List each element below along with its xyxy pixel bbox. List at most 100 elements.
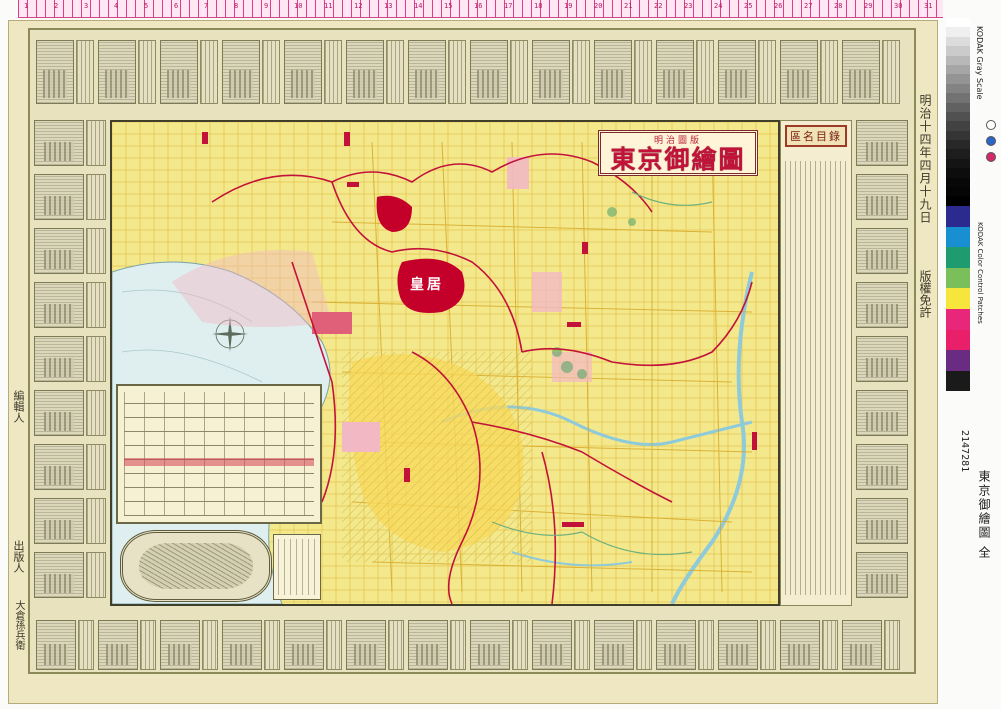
gray-patch (946, 196, 970, 206)
top-vignette-scene (222, 40, 260, 104)
bottom-vignette-scene (532, 620, 572, 670)
gray-patch (946, 27, 970, 37)
caption-text-column (86, 390, 106, 436)
top-vignette-scene (346, 40, 384, 104)
ruler-tick-label: 1 (24, 2, 29, 10)
right-vignette-scene (856, 282, 908, 328)
legend-table (116, 384, 322, 524)
top-vignette-scene (160, 40, 198, 104)
color-patch (946, 226, 970, 248)
right-vignette-scene (856, 120, 908, 166)
caption-text-column (450, 620, 466, 670)
district-index-panel: 區名目錄 (780, 120, 852, 606)
caption-text-column (86, 120, 106, 166)
gray-patch (946, 130, 970, 141)
caption-text-column (696, 40, 714, 104)
ruler-tick-label: 29 (864, 2, 873, 10)
top-vignette-scene (470, 40, 508, 104)
ruler-tick-label: 3 (84, 2, 89, 10)
palace-label: 皇居 (410, 277, 444, 293)
bottom-vignette-scene (780, 620, 820, 670)
caption-text-column (86, 498, 106, 544)
top-vignette-scene (284, 40, 322, 104)
bottom-vignette-scene (594, 620, 634, 670)
caption-text-column (138, 40, 156, 104)
caption-text-column (86, 174, 106, 220)
caption-text-column (326, 620, 342, 670)
top-vignette-scene (98, 40, 136, 104)
inset-landscape-vignette (120, 530, 272, 602)
bottom-vignette-scene (98, 620, 138, 670)
gray-patch (946, 83, 970, 94)
ruler-tick-label: 9 (264, 2, 269, 10)
gray-scale-label: KODAK Gray Scale (975, 26, 984, 100)
right-vignette-scene (856, 498, 908, 544)
ruler-tick-label: 21 (624, 2, 633, 10)
caption-text-column (884, 620, 900, 670)
left-vignette-scene (34, 498, 84, 544)
caption-text-column (574, 620, 590, 670)
bottom-vignette-scene (284, 620, 324, 670)
gray-patch (946, 158, 970, 169)
gray-patch (946, 46, 970, 56)
calibration-dot (986, 120, 996, 130)
gray-patch (946, 55, 970, 65)
catalog-title: 東京御繪圖 全 (977, 470, 993, 560)
caption-text-column (882, 40, 900, 104)
bottom-vignette-scene (160, 620, 200, 670)
ruler-tick-label: 28 (834, 2, 843, 10)
bottom-vignette-scene (222, 620, 262, 670)
left-vignette-scene (34, 120, 84, 166)
bottom-vignette-scene (718, 620, 758, 670)
ruler-tick-label: 8 (234, 2, 239, 10)
ruler-tick-label: 13 (384, 2, 393, 10)
bottom-vignette-scene (470, 620, 510, 670)
caption-text-column (698, 620, 714, 670)
publisher-label: 出版人 (12, 540, 25, 573)
caption-text-column (262, 40, 280, 104)
caption-text-column (86, 552, 106, 598)
color-patch (946, 308, 970, 330)
ruler-tick-label: 12 (354, 2, 363, 10)
caption-text-column (76, 40, 94, 104)
color-patch (946, 350, 970, 371)
caption-text-column (758, 40, 776, 104)
gray-patch (946, 140, 970, 150)
caption-text-column (264, 620, 280, 670)
top-vignette-scene (408, 40, 446, 104)
caption-text-column (324, 40, 342, 104)
ruler-tick-label: 22 (654, 2, 663, 10)
caption-text-column (86, 336, 106, 382)
left-vignette-scene (34, 228, 84, 274)
top-vignette-scene (656, 40, 694, 104)
caption-text-column (760, 620, 776, 670)
ruler-tick-label: 7 (204, 2, 209, 10)
left-vignette-scene (34, 174, 84, 220)
calibration-dot (986, 152, 996, 162)
gray-patch (946, 177, 970, 188)
bottom-vignette-scene (36, 620, 76, 670)
top-vignette-scene (36, 40, 74, 104)
map-subtitle: 明治圖版 (653, 135, 702, 146)
gray-patch (946, 168, 970, 178)
calibration-dots (986, 120, 996, 168)
gray-patch (946, 93, 970, 103)
map-title-cartouche: 明治圖版 東京御繪圖 (598, 130, 758, 176)
bottom-vignette-scene (656, 620, 696, 670)
editor-label: 編輯人 (12, 390, 25, 423)
gray-patch (946, 64, 970, 75)
left-vignette-scene (34, 336, 84, 382)
gray-patch (946, 149, 970, 159)
caption-text-column (820, 40, 838, 104)
color-patch (946, 370, 970, 392)
left-vignette-scene (34, 552, 84, 598)
top-vignette-scene (594, 40, 632, 104)
top-vignette-scene (532, 40, 570, 104)
top-vignette-scene (718, 40, 756, 104)
caption-text-column (202, 620, 218, 670)
caption-text-column (200, 40, 218, 104)
right-vignette-scene (856, 390, 908, 436)
ruler-tick-label: 18 (534, 2, 543, 10)
top-vignette-scene (780, 40, 818, 104)
ruler-tick-label: 31 (924, 2, 933, 10)
